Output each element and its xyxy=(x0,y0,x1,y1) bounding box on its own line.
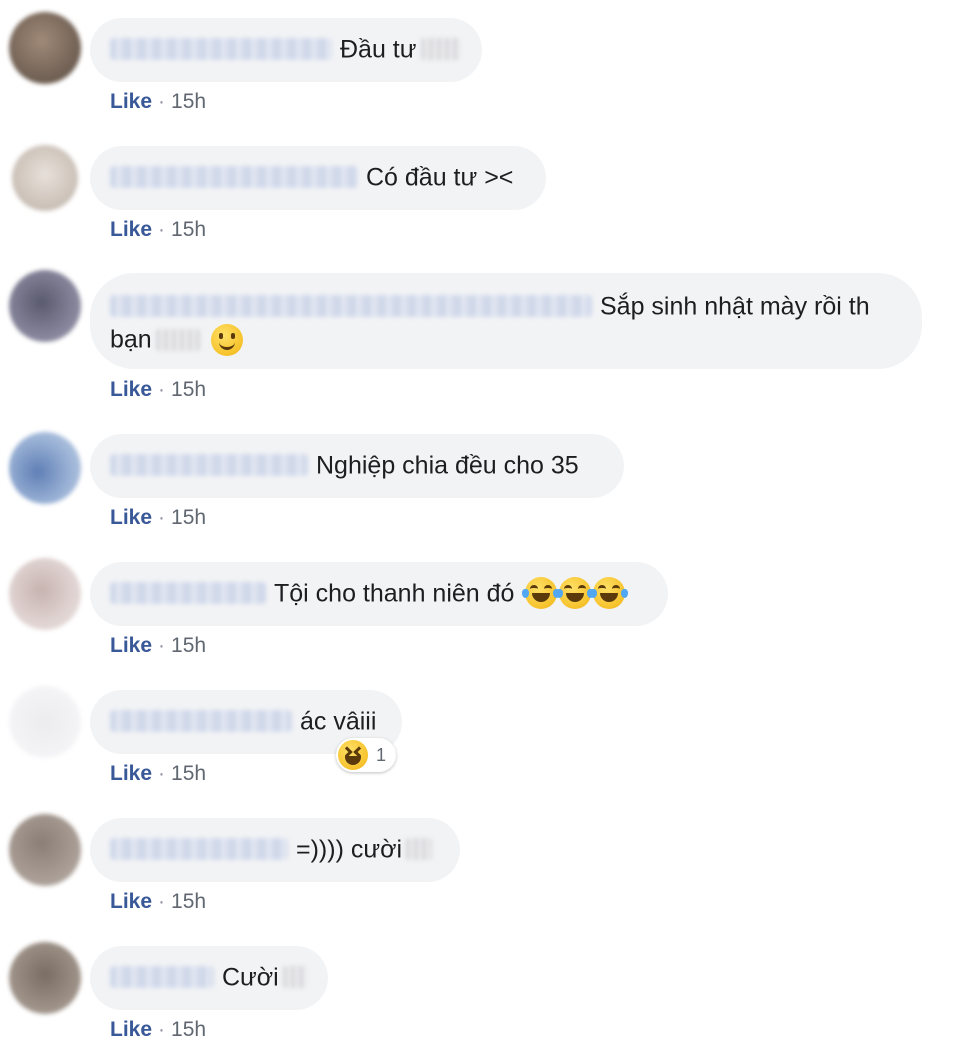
separator-dot: · xyxy=(158,634,166,657)
comment-text: Có đầu tư >< xyxy=(366,163,514,192)
comment-bubble: Sắp sinh nhật mày rồi th bạn xyxy=(90,273,922,369)
comment-text: Nghiệp chia đều cho 35 xyxy=(316,451,579,480)
like-button[interactable]: Like xyxy=(110,1018,152,1041)
like-button[interactable]: Like xyxy=(110,506,152,529)
separator-dot: · xyxy=(158,762,166,785)
separator-dot: · xyxy=(158,506,166,529)
slightly-smiling-face-icon xyxy=(210,323,243,356)
author-name-redacted[interactable] xyxy=(110,710,292,733)
like-button[interactable]: Like xyxy=(110,218,152,241)
comment-bubble: Đầu tư xyxy=(90,18,482,82)
like-button[interactable]: Like xyxy=(110,890,152,913)
comment-item: Tội cho thanh niên đó Like · 15h xyxy=(0,544,976,672)
comment-bubble: Tội cho thanh niên đó xyxy=(90,562,668,626)
comment-actions: Like · 15h xyxy=(110,1017,206,1043)
avatar[interactable] xyxy=(9,558,81,630)
like-button[interactable]: Like xyxy=(110,90,152,113)
timestamp[interactable]: 15h xyxy=(171,1018,206,1041)
comment-actions: Like · 15h xyxy=(110,217,206,243)
reaction-summary[interactable]: 1 xyxy=(336,738,397,772)
separator-dot: · xyxy=(158,890,166,913)
comment-text-line-2: bạn xyxy=(110,325,152,354)
comment-bubble: =)))) cười xyxy=(90,818,460,882)
author-name-redacted[interactable] xyxy=(110,166,358,189)
avatar[interactable] xyxy=(12,145,78,211)
comment-text-line-1: Sắp sinh nhật mày rồi th xyxy=(600,292,870,321)
timestamp[interactable]: 15h xyxy=(171,218,206,241)
timestamp[interactable]: 15h xyxy=(171,90,206,113)
comment-bubble: Có đầu tư >< xyxy=(90,146,546,210)
author-name-redacted[interactable] xyxy=(110,454,308,477)
avatar[interactable] xyxy=(9,686,81,758)
comment-bubble: Cười xyxy=(90,946,328,1010)
reaction-count: 1 xyxy=(376,744,387,765)
like-button[interactable]: Like xyxy=(110,762,152,785)
separator-dot: · xyxy=(158,1018,166,1041)
timestamp[interactable]: 15h xyxy=(171,506,206,529)
comment-text: Tội cho thanh niên đó xyxy=(274,579,515,608)
avatar[interactable] xyxy=(9,814,81,886)
comment-item: =)))) cười Like · 15h xyxy=(0,800,976,928)
redacted-text xyxy=(282,966,307,989)
face-with-tears-of-joy-icon xyxy=(590,577,629,610)
comment-item: Đầu tư Like · 15h xyxy=(0,0,976,128)
timestamp[interactable]: 15h xyxy=(171,890,206,913)
face-with-tears-of-joy-icon xyxy=(556,577,595,610)
comment-bubble: Nghiệp chia đều cho 35 xyxy=(90,434,624,498)
comment-actions: Like · 15h xyxy=(110,377,206,403)
comment-text: Cười xyxy=(222,963,279,992)
comment-actions: Like · 15h xyxy=(110,505,206,531)
timestamp[interactable]: 15h xyxy=(171,378,206,401)
like-button[interactable]: Like xyxy=(110,634,152,657)
comment-item: Nghiệp chia đều cho 35 Like · 15h xyxy=(0,416,976,544)
comment-actions: Like · 15h xyxy=(110,633,206,659)
author-name-redacted[interactable] xyxy=(110,582,266,605)
timestamp[interactable]: 15h xyxy=(171,634,206,657)
redacted-text xyxy=(406,838,433,861)
author-name-redacted[interactable] xyxy=(110,838,288,861)
comment-text: Đầu tư xyxy=(340,35,417,64)
comment-item: Có đầu tư >< Like · 15h xyxy=(0,128,976,256)
comment-text: ác vâiii xyxy=(300,707,377,736)
avatar[interactable] xyxy=(9,432,81,504)
avatar[interactable] xyxy=(9,270,81,342)
comment-actions: Like · 15h xyxy=(110,89,206,115)
avatar[interactable] xyxy=(9,12,81,84)
comment-item: Sắp sinh nhật mày rồi th bạn Like · 15h xyxy=(0,256,976,416)
haha-reaction-icon xyxy=(338,740,368,770)
author-name-redacted[interactable] xyxy=(110,295,592,318)
separator-dot: · xyxy=(158,218,166,241)
separator-dot: · xyxy=(158,378,166,401)
avatar[interactable] xyxy=(9,942,81,1014)
author-name-redacted[interactable] xyxy=(110,966,214,989)
author-name-redacted[interactable] xyxy=(110,38,332,61)
comment-item: Cười Like · 15h xyxy=(0,928,976,1054)
timestamp[interactable]: 15h xyxy=(171,762,206,785)
separator-dot: · xyxy=(158,90,166,113)
comment-actions: Like · 15h xyxy=(110,761,206,787)
redacted-text xyxy=(155,328,200,351)
comment-text: =)))) cười xyxy=(296,835,403,864)
redacted-text xyxy=(420,38,461,61)
comment-actions: Like · 15h xyxy=(110,889,206,915)
face-with-tears-of-joy-icon xyxy=(522,577,561,610)
comment-item: ác vâiii 1 Like · 15h xyxy=(0,672,976,800)
like-button[interactable]: Like xyxy=(110,378,152,401)
